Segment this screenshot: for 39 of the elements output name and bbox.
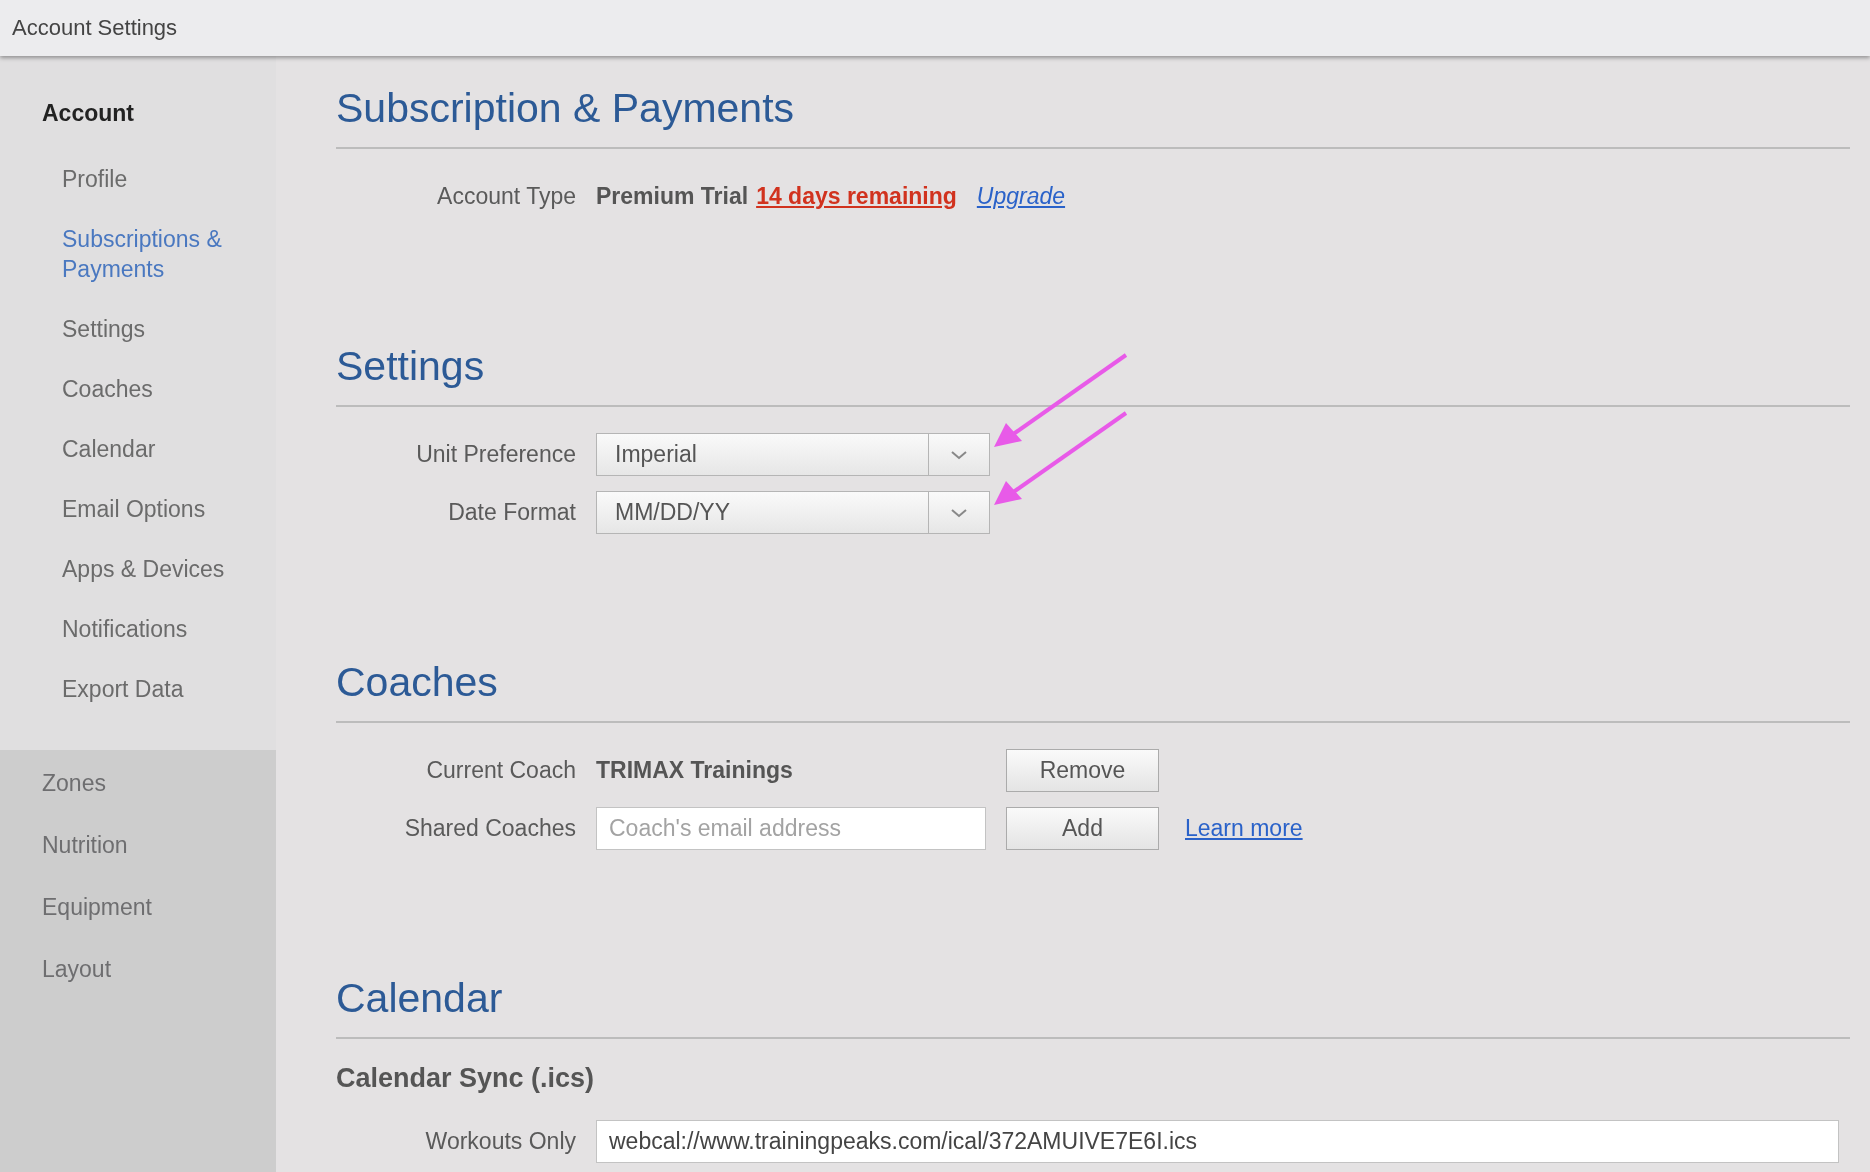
email-input-field[interactable]: Coach's email address bbox=[596, 807, 986, 850]
sidebar-item[interactable]: Export Data bbox=[62, 659, 262, 719]
upgrade-link[interactable]: Upgrade bbox=[976, 183, 1066, 209]
section-heading: Calendar bbox=[336, 974, 1850, 1039]
field-label: Unit Preference bbox=[415, 441, 576, 468]
chevron-down-icon bbox=[950, 507, 968, 518]
sidebar-item[interactable]: Coaches bbox=[62, 359, 262, 419]
sidebar-item[interactable]: Notifications bbox=[62, 599, 262, 659]
sidebar-header: Account bbox=[42, 100, 135, 127]
section-heading: Subscription & Payments bbox=[336, 84, 1850, 149]
field-label: Date Format bbox=[447, 499, 576, 526]
field-label: Workouts Only bbox=[424, 1128, 576, 1155]
subsection-heading: Calendar Sync (.ics) bbox=[336, 1063, 596, 1094]
trial-remaining-link[interactable]: 14 days remaining bbox=[756, 183, 957, 209]
url-field[interactable]: webcal://www.trainingpeaks.com/ical/372AMUIVE7E6I.ics bbox=[596, 1120, 1839, 1163]
chevron-down-icon bbox=[950, 449, 968, 460]
section-heading: Settings bbox=[336, 342, 1850, 407]
sidebar-item[interactable]: Email Options bbox=[62, 479, 262, 539]
field-label: Current Coach bbox=[425, 757, 576, 784]
window-title: Account Settings bbox=[12, 15, 178, 41]
plan-name: Premium Trial bbox=[596, 183, 749, 209]
sidebar-item[interactable]: Zones bbox=[42, 752, 276, 814]
sidebar-item[interactable]: Subscriptions & Payments bbox=[62, 209, 262, 299]
sidebar-item[interactable]: Apps & Devices bbox=[62, 539, 262, 599]
dropdown[interactable]: MM/DD/YY bbox=[596, 491, 990, 534]
sidebar-item[interactable]: Layout bbox=[42, 938, 276, 1000]
field-label: Shared Coaches bbox=[403, 815, 576, 842]
section-heading: Coaches bbox=[336, 658, 1850, 723]
dropdown[interactable]: Imperial bbox=[596, 433, 990, 476]
sidebar-item[interactable]: Nutrition bbox=[42, 814, 276, 876]
field-label: Account Type bbox=[436, 183, 576, 210]
sidebar-item[interactable]: Equipment bbox=[42, 876, 276, 938]
learn-more-link[interactable]: Learn more bbox=[1185, 815, 1303, 842]
add-button[interactable]: Add bbox=[1006, 807, 1159, 850]
sidebar-item[interactable]: Profile bbox=[62, 149, 262, 209]
sidebar-item[interactable]: Settings bbox=[62, 299, 262, 359]
remove-button[interactable]: Remove bbox=[1006, 749, 1159, 792]
coach-name: TRIMAX Trainings bbox=[596, 757, 794, 784]
sidebar-item[interactable]: Calendar bbox=[62, 419, 262, 479]
